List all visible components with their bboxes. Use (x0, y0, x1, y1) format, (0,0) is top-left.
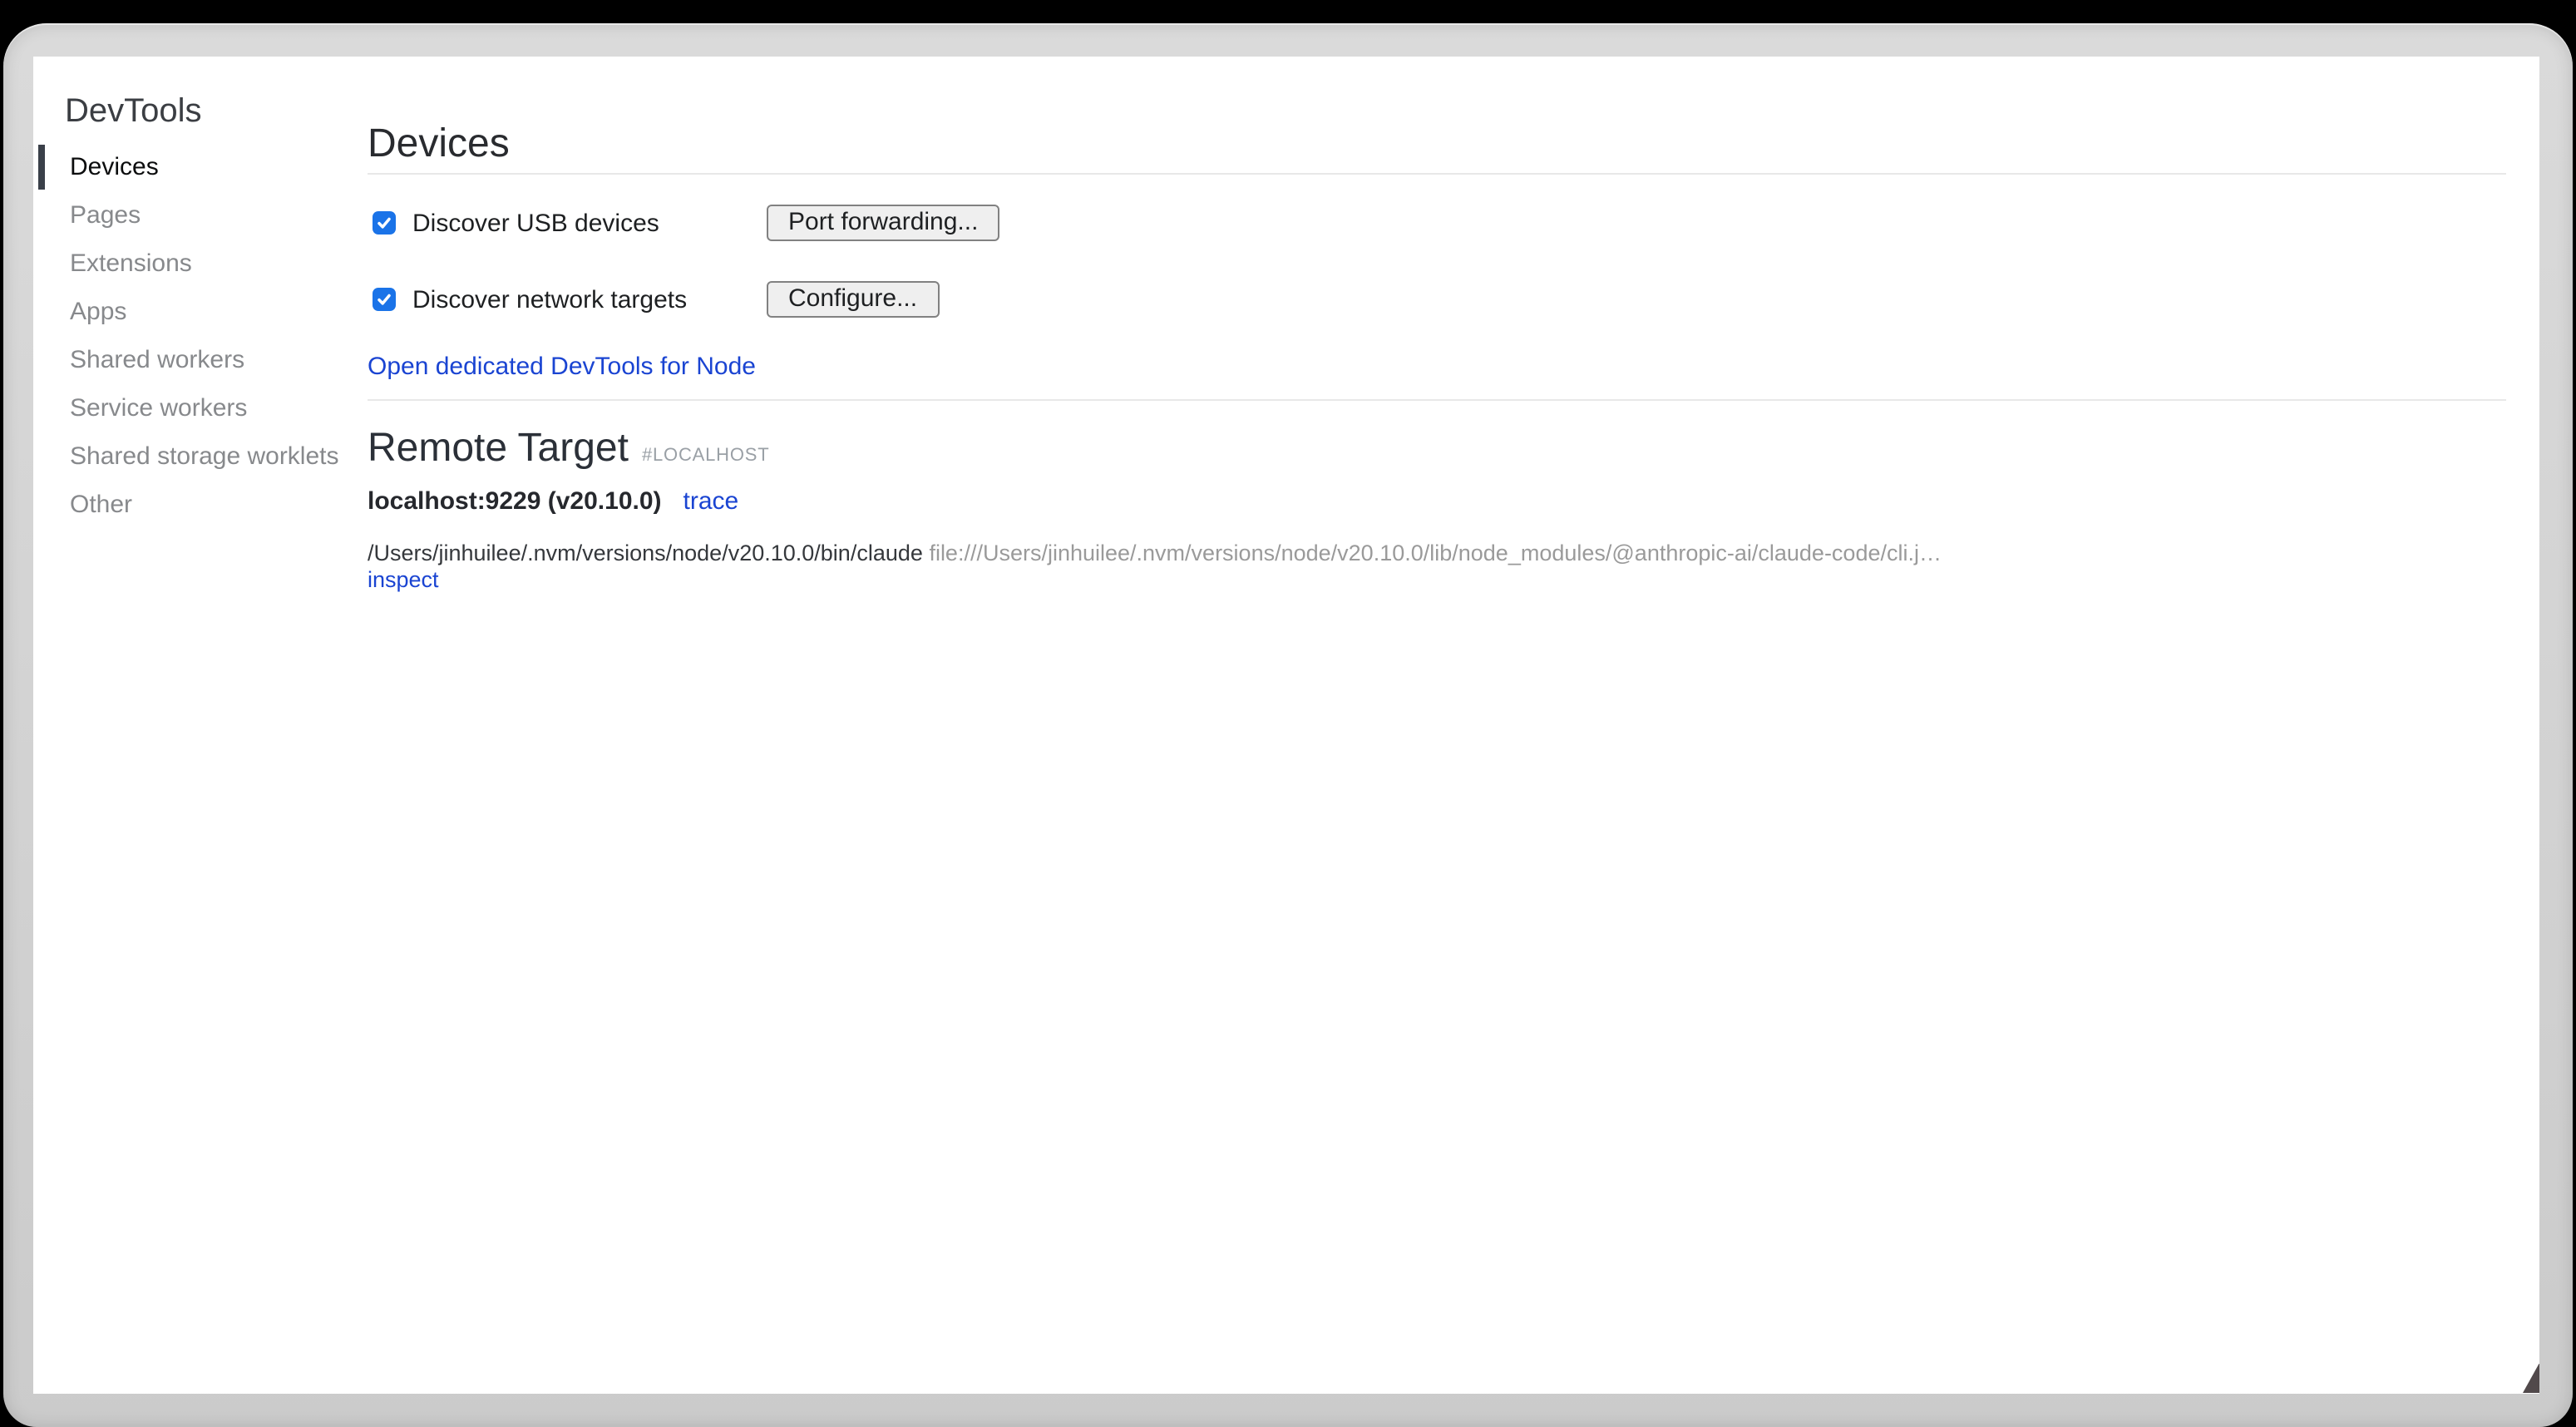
sidebar-nav: Devices Pages Extensions Apps Shared wor… (33, 143, 368, 529)
check-icon (376, 291, 392, 308)
selected-indicator (38, 145, 45, 190)
discover-usb-row: Discover USB devices Port forwarding... (368, 198, 2506, 248)
sidebar: DevTools Devices Pages Extensions Apps (33, 57, 368, 1393)
target-process-path: /Users/jinhuilee/.nvm/versions/node/v20.… (368, 541, 923, 565)
sidebar-item-extensions[interactable]: Extensions (33, 239, 368, 288)
screenshot-stage: DevTools Devices Pages Extensions Apps (0, 0, 2576, 1427)
sidebar-item-shared-workers[interactable]: Shared workers (33, 336, 368, 384)
target-name: localhost:9229 (v20.10.0) (368, 487, 662, 516)
header-divider (368, 173, 2506, 175)
section-divider (368, 399, 2506, 401)
sidebar-item-label: Other (70, 491, 132, 519)
discover-network-checkbox[interactable] (373, 288, 396, 311)
sidebar-item-shared-storage-worklets[interactable]: Shared storage worklets (33, 432, 368, 481)
target-name-row: localhost:9229 (v20.10.0) trace (368, 487, 2506, 516)
sidebar-item-label: Devices (70, 153, 159, 181)
remote-target-heading-row: Remote Target #LOCALHOST (368, 424, 2506, 472)
sidebar-item-label: Service workers (70, 394, 247, 422)
sidebar-item-pages[interactable]: Pages (33, 191, 368, 239)
sidebar-item-devices[interactable]: Devices (33, 143, 368, 191)
devices-panel: Devices Discover USB devices Port forwar… (368, 57, 2539, 1393)
window-frame: DevTools Devices Pages Extensions Apps (3, 23, 2573, 1427)
sidebar-item-service-workers[interactable]: Service workers (33, 384, 368, 432)
trace-link[interactable]: trace (683, 487, 739, 516)
sidebar-item-other[interactable]: Other (33, 481, 368, 529)
port-forwarding-button[interactable]: Port forwarding... (767, 205, 999, 241)
target-path-line: /Users/jinhuilee/.nvm/versions/node/v20.… (368, 541, 2506, 567)
content-area: DevTools Devices Pages Extensions Apps (33, 57, 2539, 1393)
sidebar-item-label: Extensions (70, 249, 192, 278)
sidebar-item-label: Pages (70, 201, 141, 230)
open-node-devtools-link[interactable]: Open dedicated DevTools for Node (368, 353, 756, 381)
configure-button[interactable]: Configure... (767, 281, 939, 318)
discover-usb-label: Discover USB devices (412, 209, 659, 237)
remote-target-heading: Remote Target (368, 424, 629, 472)
sidebar-item-apps[interactable]: Apps (33, 288, 368, 336)
sidebar-item-label: Shared workers (70, 346, 244, 374)
sidebar-item-label: Shared storage worklets (70, 442, 339, 471)
discover-network-row: Discover network targets Configure... (368, 274, 2506, 324)
inspect-link[interactable]: inspect (368, 567, 439, 592)
node-devtools-row: Open dedicated DevTools for Node (368, 353, 2506, 381)
sidebar-item-label: Apps (70, 298, 126, 326)
page-title: Devices (368, 120, 2506, 168)
localhost-badge: #LOCALHOST (642, 446, 770, 466)
discover-network-label: Discover network targets (412, 285, 687, 314)
app-title: DevTools (33, 91, 368, 131)
discover-network-cell: Discover network targets (368, 285, 767, 314)
target-detail: /Users/jinhuilee/.nvm/versions/node/v20.… (368, 541, 2506, 594)
discover-usb-cell: Discover USB devices (368, 209, 767, 237)
inspect-line: inspect (368, 567, 2506, 594)
discover-usb-checkbox[interactable] (373, 211, 396, 235)
target-url: file:///Users/jinhuilee/.nvm/versions/no… (929, 541, 1942, 565)
check-icon (376, 215, 392, 231)
